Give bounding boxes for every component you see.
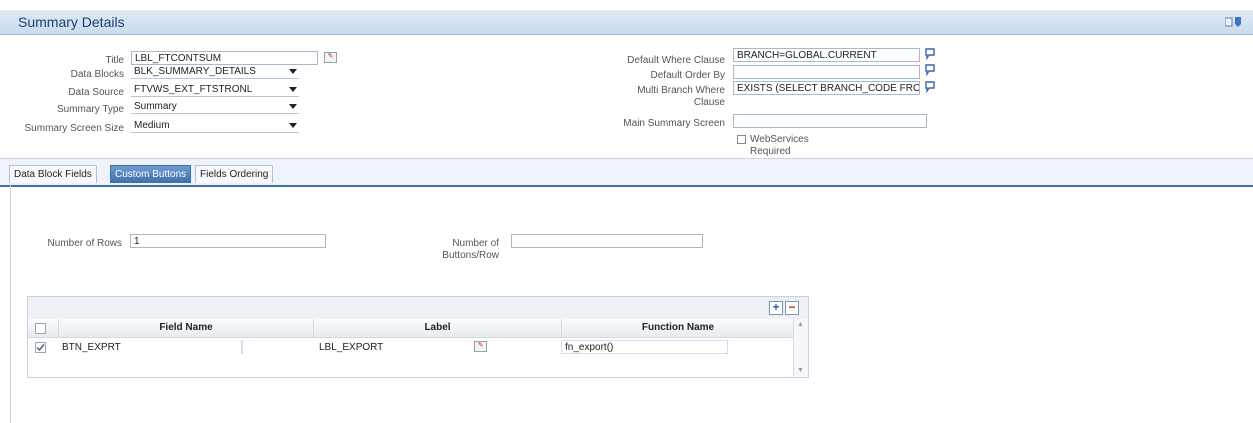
tab-fields-ordering[interactable]: Fields Ordering (195, 165, 274, 183)
tab-custom-buttons[interactable]: Custom Buttons (110, 165, 192, 183)
default-where-label: Default Where Clause (627, 55, 725, 66)
number-of-rows-label: Number of Rows (47, 238, 122, 249)
summary-type-value: Summary (134, 101, 177, 112)
summary-type-select[interactable]: Summary (131, 100, 299, 114)
window-title: Summary Details (18, 14, 125, 30)
data-source-value: FTVWS_EXT_FTSTRONL (134, 84, 253, 95)
data-blocks-label: Data Blocks (70, 69, 124, 80)
title-label: Title (105, 55, 124, 66)
default-order-label: Default Order By (650, 70, 725, 81)
webservices-checkbox[interactable] (737, 135, 746, 144)
data-source-label: Data Source (68, 87, 124, 98)
grid-toolbar: + − (28, 297, 808, 320)
scroll-up-icon[interactable]: ▲ (797, 321, 804, 328)
column-header-field-name[interactable]: Field Name (58, 319, 313, 337)
column-header-label[interactable]: Label (313, 319, 561, 337)
screen-size-select[interactable]: Medium (131, 119, 299, 133)
tab-bar: Data Block Fields Custom Buttons Fields … (0, 158, 1253, 187)
remove-row-button[interactable]: − (785, 301, 799, 315)
export-help-icons[interactable] (1225, 15, 1243, 29)
table-row: BTN_EXPRT LBL_EXPORT ✎ fn_export() (28, 338, 794, 356)
default-where-input[interactable]: BRANCH=GLOBAL.CURRENT (733, 48, 920, 62)
label-cell[interactable]: LBL_EXPORT (315, 340, 475, 354)
edit-title-icon[interactable]: ✎ (324, 52, 337, 63)
column-header-function-name[interactable]: Function Name (561, 319, 794, 337)
check-icon (36, 344, 45, 352)
webservices-label-2: Required (750, 146, 791, 157)
chevron-down-icon (289, 87, 297, 92)
buttons-per-row-input[interactable] (511, 234, 703, 248)
select-all-checkbox[interactable] (35, 323, 46, 334)
function-name-cell[interactable]: fn_export() (561, 340, 728, 354)
data-blocks-value: BLK_SUMMARY_DETAILS (134, 66, 256, 77)
buttons-per-row-label-1: Number of (452, 238, 499, 249)
scroll-down-icon[interactable]: ▼ (797, 367, 804, 374)
summary-type-label: Summary Type (56, 104, 124, 115)
webservices-label-1: WebServices (750, 134, 809, 145)
multi-branch-input[interactable]: EXISTS (SELECT BRANCH_CODE FROM (733, 81, 920, 95)
title-input[interactable]: LBL_FTCONTSUM (131, 51, 318, 65)
main-summary-label: Main Summary Screen (623, 118, 725, 129)
custom-buttons-grid: + − Field Name Label Function Name BTN_E… (27, 296, 809, 378)
edit-label-icon[interactable]: ✎ (474, 341, 487, 352)
window-titlebar: Summary Details (0, 10, 1253, 35)
default-order-input[interactable] (733, 65, 920, 79)
main-summary-input[interactable] (733, 114, 927, 128)
cell-divider (241, 340, 243, 354)
grid-scrollbar[interactable]: ▲ ▼ (793, 319, 808, 376)
tab-data-block-fields[interactable]: Data Block Fields (9, 165, 97, 183)
multi-branch-label-2: Clause (693, 97, 725, 108)
panel-border (10, 184, 11, 423)
chevron-down-icon (289, 69, 297, 74)
buttons-per-row-label-2: Buttons/Row (442, 250, 499, 261)
screen-size-value: Medium (134, 120, 170, 131)
data-blocks-select[interactable]: BLK_SUMMARY_DETAILS (131, 65, 299, 79)
data-source-select[interactable]: FTVWS_EXT_FTSTRONL (131, 83, 299, 97)
screen-size-label: Summary Screen Size (24, 123, 124, 134)
chevron-down-icon (289, 123, 297, 128)
lookup-icon[interactable] (924, 48, 936, 60)
add-row-button[interactable]: + (769, 301, 783, 315)
row-checkbox[interactable] (35, 342, 46, 353)
multi-branch-label-1: Multi Branch Where (637, 85, 725, 96)
number-of-rows-input[interactable]: 1 (130, 234, 326, 248)
grid-header: Field Name Label Function Name (28, 319, 794, 338)
chevron-down-icon (289, 104, 297, 109)
lookup-icon[interactable] (924, 81, 936, 93)
lookup-icon[interactable] (924, 64, 936, 76)
field-name-cell[interactable]: BTN_EXPRT (58, 340, 241, 354)
